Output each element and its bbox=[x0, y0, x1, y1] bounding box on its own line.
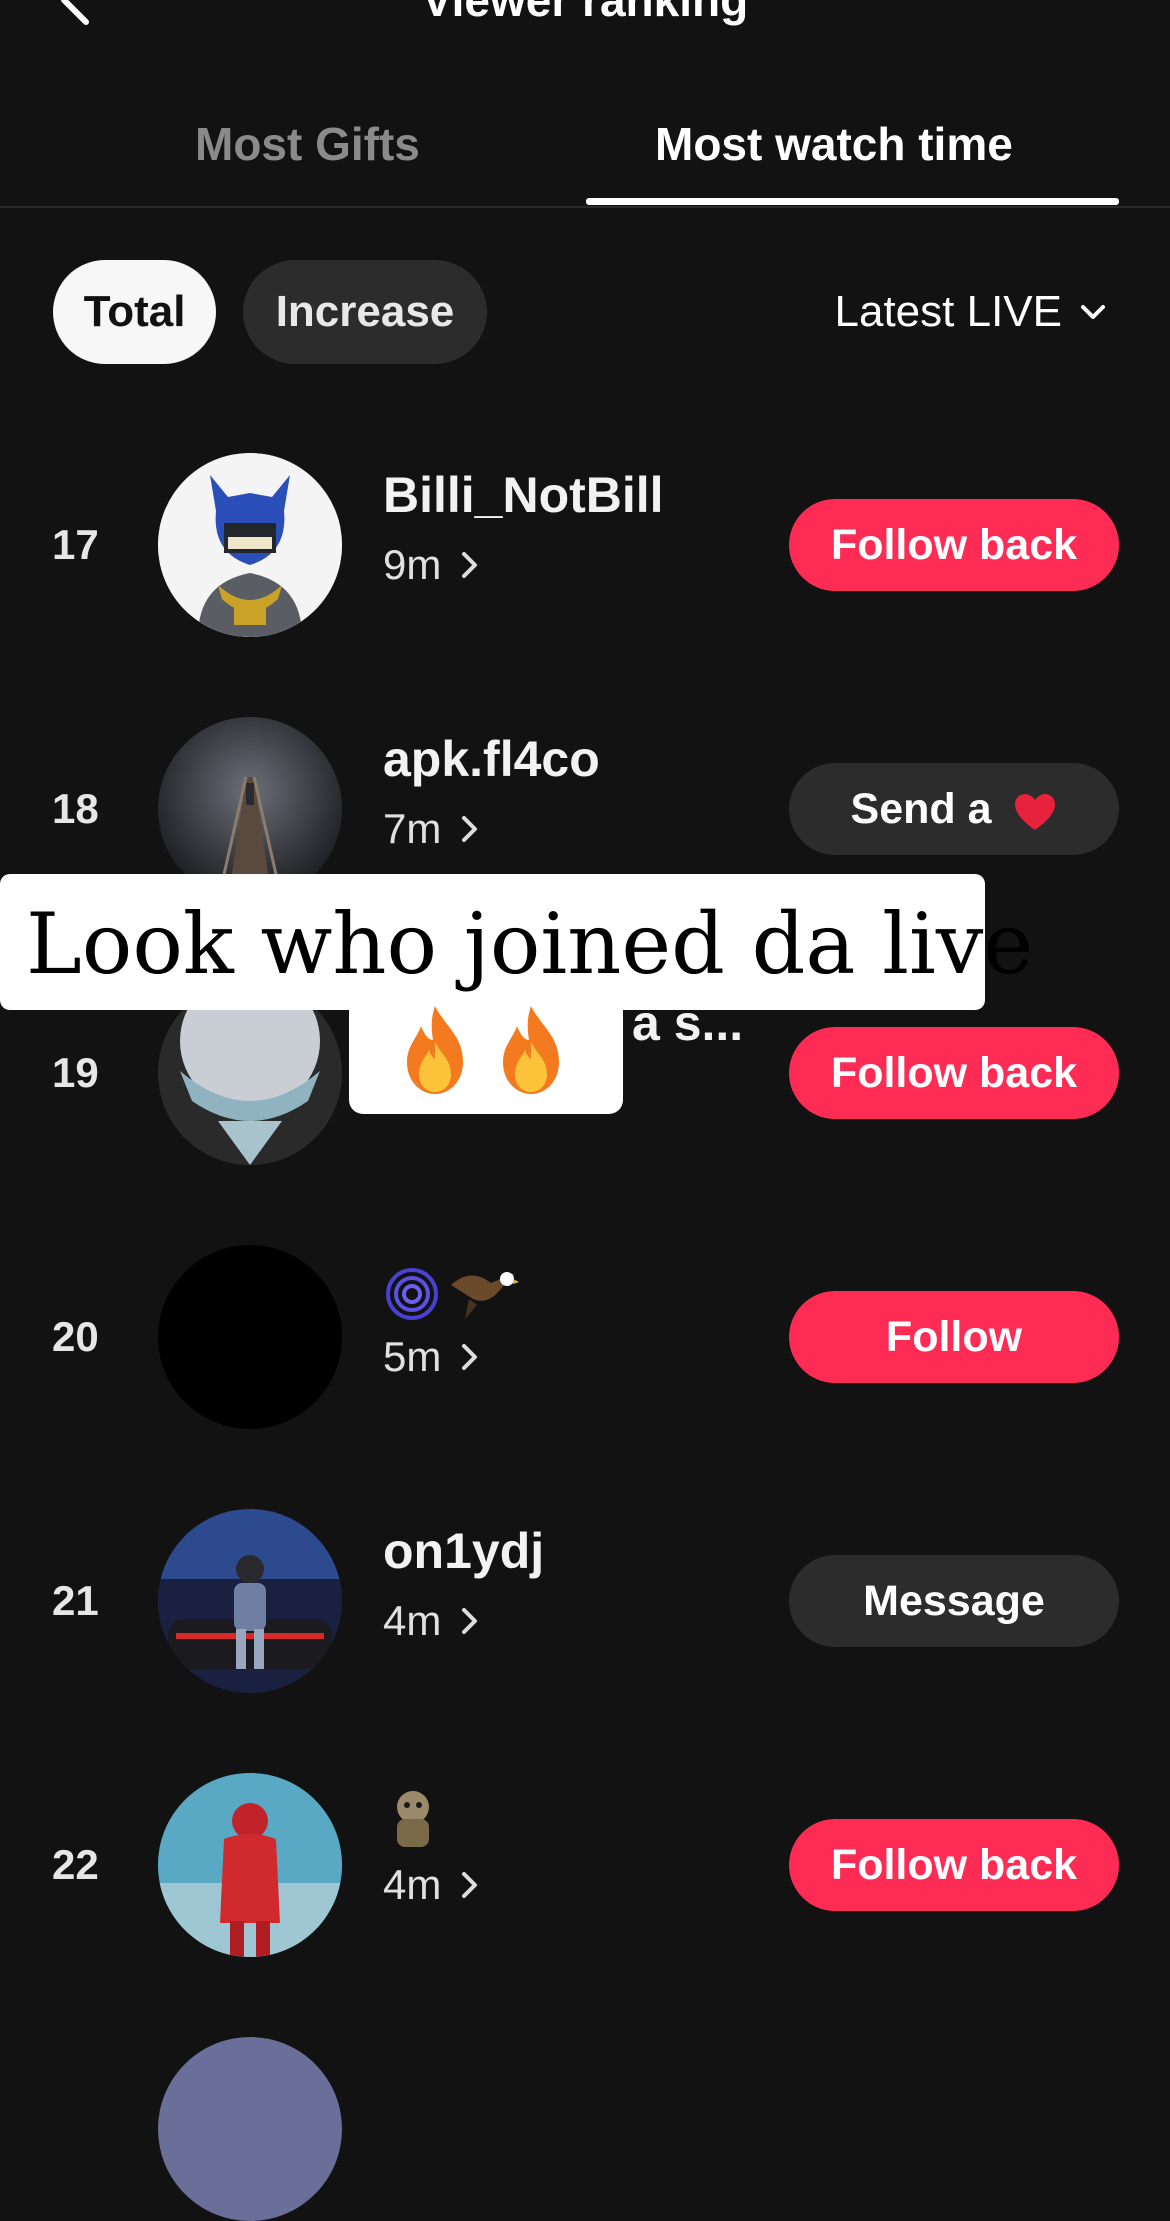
viewer-row[interactable]: 17 Billi_NotBill 9m Follow back bbox=[0, 445, 1170, 645]
chevron-right-icon bbox=[462, 1608, 478, 1634]
filter-increase-button[interactable]: Increase bbox=[243, 260, 487, 364]
rank-number: 17 bbox=[52, 521, 99, 568]
chevron-right-icon bbox=[462, 1872, 478, 1898]
message-button[interactable]: Message bbox=[789, 1555, 1119, 1647]
troll-icon bbox=[397, 1791, 429, 1847]
rank-number: 21 bbox=[52, 1577, 99, 1624]
caption-text: Look who joined da live bbox=[26, 895, 1034, 993]
follow-button[interactable]: Follow bbox=[789, 1291, 1119, 1383]
follow-back-button[interactable]: Follow back bbox=[789, 499, 1119, 591]
rank-number: 19 bbox=[52, 1049, 99, 1096]
viewer-username[interactable]: apk.fl4co bbox=[383, 727, 600, 791]
watch-time-value: 7m bbox=[383, 805, 442, 852]
send-heart-button[interactable]: Send a bbox=[789, 763, 1119, 855]
rank-number: 18 bbox=[52, 785, 99, 832]
sort-dropdown-label: Latest LIVE bbox=[834, 287, 1062, 336]
fire-icon bbox=[407, 1006, 463, 1094]
fire-icon bbox=[503, 1006, 559, 1094]
filter-total-button[interactable]: Total bbox=[53, 260, 216, 364]
viewer-username[interactable] bbox=[383, 1787, 443, 1866]
rank-number: 20 bbox=[52, 1313, 99, 1360]
watch-time-value: 5m bbox=[383, 1333, 442, 1380]
avatar[interactable] bbox=[158, 453, 342, 637]
caption-emoji-box bbox=[349, 1000, 623, 1114]
watch-time-link[interactable]: 9m bbox=[383, 537, 481, 593]
chevron-down-icon bbox=[1081, 305, 1105, 319]
send-button-label: Send a bbox=[850, 785, 992, 833]
viewer-username[interactable]: on1ydj bbox=[383, 1519, 544, 1583]
avatar[interactable] bbox=[158, 2037, 342, 2221]
watch-time-value: 4m bbox=[383, 1597, 442, 1644]
viewer-row[interactable]: 21 on1ydj 4m Message bbox=[0, 1501, 1170, 1701]
viewer-username[interactable] bbox=[383, 1265, 519, 1323]
rank-number: 22 bbox=[52, 1841, 99, 1888]
active-tab-indicator bbox=[586, 198, 1119, 205]
heart-icon bbox=[1015, 793, 1056, 830]
watch-time-value: 4m bbox=[383, 1861, 442, 1908]
caption-emoji-row bbox=[391, 1000, 591, 1100]
sort-dropdown[interactable]: Latest LIVE bbox=[835, 260, 1110, 364]
avatar-image bbox=[158, 1773, 342, 1957]
watch-time-link[interactable]: 4m bbox=[383, 1857, 481, 1913]
avatar-image bbox=[158, 1509, 342, 1693]
avatar-image bbox=[158, 453, 342, 637]
avatar[interactable] bbox=[158, 1245, 342, 1429]
eagle-icon bbox=[451, 1272, 519, 1319]
header: Viewer ranking bbox=[0, 0, 1170, 60]
viewer-row[interactable] bbox=[0, 2029, 1170, 2221]
filter-bar: Total Increase Latest LIVE bbox=[0, 260, 1170, 366]
avatar[interactable] bbox=[158, 1509, 342, 1693]
tab-most-gifts[interactable]: Most Gifts bbox=[195, 116, 420, 172]
viewer-row[interactable]: 22 4m Follow back bbox=[0, 1765, 1170, 1965]
watch-time-link[interactable]: 4m bbox=[383, 1593, 481, 1649]
fingerprint-icon bbox=[386, 1268, 438, 1320]
viewer-row[interactable]: 20 5m Follow bbox=[0, 1237, 1170, 1437]
viewer-username[interactable]: Billi_NotBill bbox=[383, 463, 664, 527]
watch-time-link[interactable]: 7m bbox=[383, 801, 481, 857]
avatar[interactable] bbox=[158, 1773, 342, 1957]
page-title: Viewer ranking bbox=[421, 0, 749, 26]
follow-back-button[interactable]: Follow back bbox=[789, 1027, 1119, 1119]
follow-back-button[interactable]: Follow back bbox=[789, 1819, 1119, 1911]
caption-overlay: Look who joined da live bbox=[0, 874, 1033, 1010]
watch-time-link[interactable]: 5m bbox=[383, 1329, 481, 1385]
tab-most-watch-time[interactable]: Most watch time bbox=[655, 116, 1013, 172]
watch-time-value: 9m bbox=[383, 541, 442, 588]
chevron-right-icon bbox=[462, 552, 478, 578]
tab-bar: Most Gifts Most watch time bbox=[0, 100, 1170, 208]
chevron-right-icon bbox=[462, 816, 478, 842]
chevron-right-icon bbox=[462, 1344, 478, 1370]
